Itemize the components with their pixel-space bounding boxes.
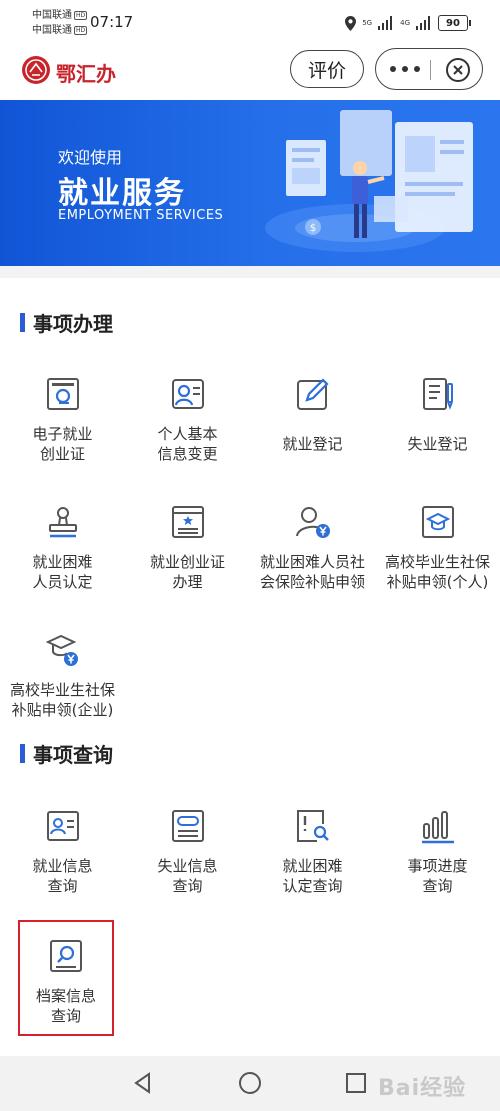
close-button[interactable] [446, 58, 470, 82]
id-card-icon [47, 811, 79, 841]
grid-item-e-certificate[interactable]: 电子就业 创业证 [0, 376, 125, 496]
grid-item-label: 就业困难 人员认定 [32, 553, 93, 591]
capsule-divider [430, 60, 431, 80]
section-divider [0, 266, 500, 278]
grid-item-unemployment-registration[interactable]: 失业登记 [375, 376, 500, 496]
grid-item-label: 就业困难 认定查询 [282, 857, 343, 895]
grid-item-progress-query[interactable]: 事项进度 查询 [375, 808, 500, 928]
search-box-icon [50, 940, 82, 972]
e-certificate-icon [47, 378, 79, 410]
edit-icon [297, 378, 329, 410]
banner-subtitle: EMPLOYMENT SERVICES [58, 208, 224, 223]
network-4g-label: 4G [400, 19, 410, 27]
grid-item-label: 高校毕业生社保 补贴申领(个人) [384, 553, 490, 591]
home-icon[interactable] [238, 1071, 262, 1095]
grid-item-user-info-change[interactable]: 个人基本 信息变更 [125, 376, 250, 496]
grid-item-employment-registration[interactable]: 就业登记 [250, 376, 375, 496]
logo-icon [22, 56, 50, 84]
grid-item-difficulty-recognition[interactable]: 就业困难 人员认定 [0, 504, 125, 624]
carrier-2: 中国联通 HD [32, 25, 88, 36]
grid-item-difficulty-recognition-query[interactable]: 就业困难 认定查询 [250, 808, 375, 928]
svg-text:$: $ [310, 223, 316, 234]
info-card-icon [172, 810, 204, 842]
section-accent-bar [20, 743, 25, 763]
status-icons: 5G 4G 90 [345, 13, 471, 33]
app-header: 鄂汇办 评价 [0, 44, 500, 100]
grid-item-label: 事项进度 查询 [407, 857, 468, 895]
section-title-text: 事项办理 [33, 311, 113, 336]
system-nav-bar: Bai经验 [0, 1056, 500, 1111]
back-icon[interactable] [131, 1071, 155, 1095]
grid-item-label: 档案信息 查询 [35, 987, 96, 1025]
banner-title: 就业服务 [58, 176, 186, 211]
grid-item-label: 就业信息 查询 [32, 857, 93, 895]
mini-program-capsule [375, 48, 483, 90]
grid-item-archive-info-query[interactable]: 档案信息 查询 [18, 920, 114, 1036]
recents-icon[interactable] [344, 1071, 368, 1095]
app-name: 鄂汇办 [56, 62, 116, 86]
certificate-card-icon [172, 506, 204, 538]
section-title-handle: 事项办理 [20, 310, 113, 336]
battery-indicator: 90 [438, 15, 471, 31]
doc-search-icon [297, 810, 329, 842]
grid-item-label: 个人基本 信息变更 [157, 425, 218, 463]
section-title-text: 事项查询 [33, 742, 113, 767]
more-options-button[interactable] [390, 59, 420, 79]
grid-item-label: 就业创业证 办理 [149, 553, 225, 591]
banner-welcome: 欢迎使用 [58, 148, 123, 167]
grid-item-certificate-processing[interactable]: 就业创业证 办理 [125, 504, 250, 624]
section-accent-bar [20, 312, 25, 332]
grid-item-label: 高校毕业生社保 补贴申领(企业) [9, 681, 115, 719]
grid-item-graduate-subsidy-personal[interactable]: 高校毕业生社保 补贴申领(个人) [375, 504, 500, 624]
stamp-icon [49, 507, 77, 538]
grid-item-label: 就业登记 [282, 435, 343, 453]
grid-item-employment-info-query[interactable]: 就业信息 查询 [0, 808, 125, 928]
signal-icon-2 [416, 16, 430, 30]
close-icon [453, 65, 463, 75]
network-5g-label: 5G [362, 19, 373, 27]
grid-item-difficulty-insurance-subsidy[interactable]: 就业困难人员社 会保险补贴申领 [250, 504, 375, 624]
form-pen-icon [423, 378, 453, 410]
graduate-yuan-icon [45, 634, 78, 666]
carrier-1: 中国联通 HD [32, 10, 88, 21]
location-icon [345, 15, 357, 31]
user-yuan-icon [296, 507, 330, 538]
grid-item-label: 就业困难人员社 会保险补贴申领 [259, 553, 365, 591]
grid-item-label: 失业信息 查询 [157, 857, 218, 895]
grid-item-label: 失业登记 [407, 435, 468, 453]
status-bar: 中国联通 HD 中国联通 HD 07:17 5G 4G 90 [0, 0, 500, 44]
section-title-query: 事项查询 [20, 741, 113, 767]
rate-button[interactable]: 评价 [290, 50, 364, 88]
user-info-icon [172, 379, 204, 409]
grid-item-label: 电子就业 创业证 [32, 425, 93, 463]
signal-icon [378, 16, 393, 30]
clock: 07:17 [90, 13, 134, 31]
graduate-card-icon [422, 506, 454, 538]
grid-item-unemployment-info-query[interactable]: 失业信息 查询 [125, 808, 250, 928]
bar-chart-icon [422, 811, 454, 844]
grid-item-graduate-subsidy-enterprise[interactable]: 高校毕业生社保 补贴申领(企业) [0, 632, 125, 752]
employment-services-banner: $ 欢迎使用 就业服务 EMPLOYMENT SERVICES [0, 100, 500, 266]
watermark: Bai经验 [378, 1076, 467, 1101]
